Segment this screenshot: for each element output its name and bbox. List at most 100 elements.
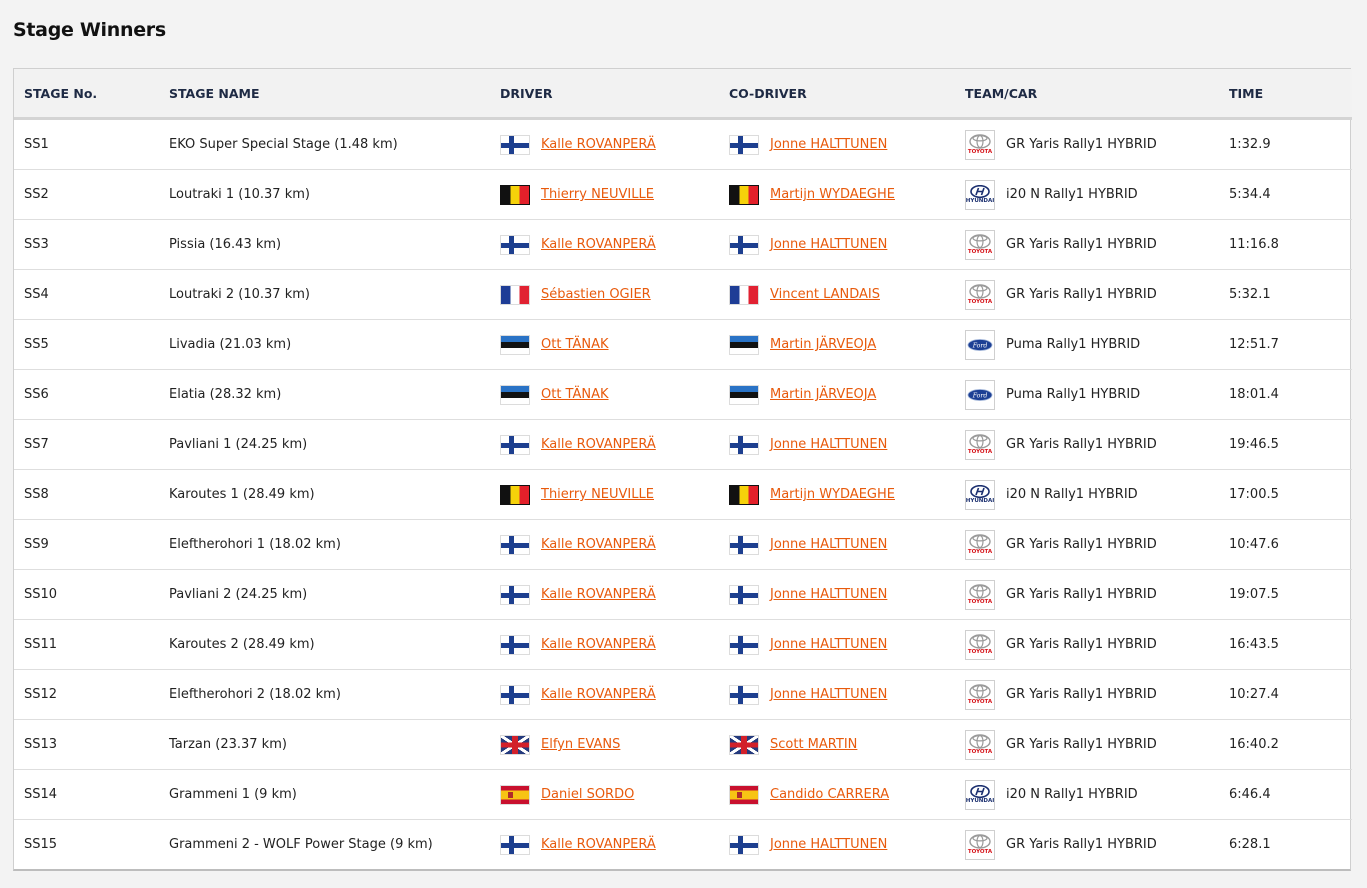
stage-time: 16:43.5 — [1219, 619, 1352, 670]
stage-name: Karoutes 2 (28.49 km) — [159, 619, 490, 670]
stage-time: 6:46.4 — [1219, 769, 1352, 820]
driver-flag-icon — [500, 384, 530, 405]
driver-flag-icon — [500, 284, 530, 305]
co-driver-cell: Jonne HALTTUNEN — [719, 669, 955, 720]
driver-flag-icon — [500, 834, 530, 855]
driver-link[interactable]: Kalle ROVANPERÄ — [541, 537, 656, 552]
car-name: GR Yaris Rally1 HYBRID — [1006, 687, 1157, 702]
team-logo-icon: Ford — [965, 379, 995, 410]
stage-number: SS12 — [14, 669, 159, 720]
stage-winners-table: STAGE No. STAGE NAME DRIVER CO-DRIVER TE… — [13, 68, 1352, 871]
co-driver-cell: Candido CARRERA — [719, 769, 955, 820]
driver-link[interactable]: Kalle ROVANPERÄ — [541, 637, 656, 652]
stage-number: SS14 — [14, 769, 159, 820]
co-driver-link[interactable]: Martin JÄRVEOJA — [770, 387, 876, 402]
co-driver-link[interactable]: Candido CARRERA — [770, 787, 889, 802]
co-driver-link[interactable]: Jonne HALTTUNEN — [770, 537, 887, 552]
co-driver-link[interactable]: Jonne HALTTUNEN — [770, 437, 887, 452]
team-car-cell: TOYOTA GR Yaris Rally1 HYBRID — [955, 820, 1219, 870]
stage-time: 5:34.4 — [1219, 169, 1352, 220]
table-row: SS9 Eleftherohori 1 (18.02 km) Kalle ROV… — [14, 519, 1352, 570]
car-name: GR Yaris Rally1 HYBRID — [1006, 237, 1157, 252]
team-logo-icon: TOYOTA — [965, 429, 995, 460]
co-driver-flag-icon — [729, 534, 759, 555]
team-logo-icon: TOYOTA — [965, 729, 995, 760]
co-driver-flag-icon — [729, 234, 759, 255]
table-header-row: STAGE No. STAGE NAME DRIVER CO-DRIVER TE… — [14, 69, 1352, 120]
driver-link[interactable]: Kalle ROVANPERÄ — [541, 137, 656, 152]
table-row: SS2 Loutraki 1 (10.37 km) Thierry NEUVIL… — [14, 169, 1352, 220]
driver-flag-icon — [500, 684, 530, 705]
co-driver-link[interactable]: Scott MARTIN — [770, 737, 857, 752]
co-driver-cell: Vincent LANDAIS — [719, 269, 955, 320]
co-driver-link[interactable]: Jonne HALTTUNEN — [770, 237, 887, 252]
header-stage-name: STAGE NAME — [159, 69, 490, 120]
co-driver-flag-icon — [729, 784, 759, 805]
co-driver-link[interactable]: Jonne HALTTUNEN — [770, 137, 887, 152]
stage-time: 6:28.1 — [1229, 837, 1271, 852]
driver-link[interactable]: Kalle ROVANPERÄ — [541, 837, 656, 852]
driver-link[interactable]: Kalle ROVANPERÄ — [541, 687, 656, 702]
co-driver-cell: Jonne HALTTUNEN — [719, 619, 955, 670]
header-stage-no: STAGE No. — [14, 69, 159, 120]
driver-cell: Kalle ROVANPERÄ — [490, 619, 719, 670]
car-name: Puma Rally1 HYBRID — [1006, 387, 1141, 402]
co-driver-flag-icon — [729, 484, 759, 505]
driver-link[interactable]: Thierry NEUVILLE — [541, 187, 654, 202]
stage-time: 17:00.5 — [1219, 469, 1352, 520]
driver-link[interactable]: Daniel SORDO — [541, 787, 634, 802]
co-driver-link[interactable]: Jonne HALTTUNEN — [770, 587, 887, 602]
stage-number: SS2 — [14, 169, 159, 220]
stage-number: SS6 — [14, 369, 159, 420]
driver-link[interactable]: Ott TÄNAK — [541, 337, 609, 352]
car-name: GR Yaris Rally1 HYBRID — [1006, 587, 1157, 602]
car-name: Puma Rally1 HYBRID — [1006, 337, 1141, 352]
driver-link[interactable]: Elfyn EVANS — [541, 737, 620, 752]
driver-cell: Kalle ROVANPERÄ — [490, 118, 719, 170]
driver-link[interactable]: Thierry NEUVILLE — [541, 487, 654, 502]
stage-name: Grammeni 2 - WOLF Power Stage (9 km) — [169, 837, 433, 852]
co-driver-cell: Martin JÄRVEOJA — [719, 319, 955, 370]
stage-name: Elatia (28.32 km) — [159, 369, 490, 420]
car-name: GR Yaris Rally1 HYBRID — [1006, 437, 1157, 452]
team-logo-icon: TOYOTA — [965, 679, 995, 710]
co-driver-link[interactable]: Jonne HALTTUNEN — [770, 837, 887, 852]
driver-link[interactable]: Kalle ROVANPERÄ — [541, 237, 656, 252]
driver-flag-icon — [500, 784, 530, 805]
header-team-car: TEAM/CAR — [955, 69, 1219, 120]
co-driver-link[interactable]: Martijn WYDAEGHE — [770, 187, 895, 202]
co-driver-link[interactable]: Jonne HALTTUNEN — [770, 637, 887, 652]
driver-link[interactable]: Kalle ROVANPERÄ — [541, 587, 656, 602]
co-driver-cell: Jonne HALTTUNEN — [719, 569, 955, 620]
team-logo-icon: TOYOTA — [965, 279, 995, 310]
stage-name: Tarzan (23.37 km) — [159, 719, 490, 770]
header-co-driver: CO-DRIVER — [719, 69, 955, 120]
table-row: SS7 Pavliani 1 (24.25 km) Kalle ROVANPER… — [14, 419, 1352, 470]
driver-cell: Elfyn EVANS — [490, 719, 719, 770]
svg-text:Ford: Ford — [972, 342, 988, 349]
team-car-cell: TOYOTA GR Yaris Rally1 HYBRID — [955, 419, 1219, 470]
driver-cell: Thierry NEUVILLE — [490, 169, 719, 220]
stage-number: SS1 — [14, 118, 159, 170]
car-name: GR Yaris Rally1 HYBRID — [1006, 137, 1157, 152]
driver-flag-icon — [500, 734, 530, 755]
co-driver-flag-icon — [729, 384, 759, 405]
co-driver-link[interactable]: Martin JÄRVEOJA — [770, 337, 876, 352]
stage-name: Eleftherohori 2 (18.02 km) — [159, 669, 490, 720]
co-driver-flag-icon — [729, 684, 759, 705]
team-car-cell: Ford Puma Rally1 HYBRID — [955, 369, 1219, 420]
table-row: SS11 Karoutes 2 (28.49 km) Kalle ROVANPE… — [14, 619, 1352, 670]
co-driver-link[interactable]: Jonne HALTTUNEN — [770, 687, 887, 702]
driver-link[interactable]: Ott TÄNAK — [541, 387, 609, 402]
driver-link[interactable]: Kalle ROVANPERÄ — [541, 437, 656, 452]
stage-time: 10:47.6 — [1219, 519, 1352, 570]
team-logo-icon: TOYOTA — [965, 629, 995, 660]
stage-time: 16:40.2 — [1219, 719, 1352, 770]
stage-name: Pavliani 1 (24.25 km) — [159, 419, 490, 470]
co-driver-link[interactable]: Vincent LANDAIS — [770, 287, 880, 302]
driver-link[interactable]: Sébastien OGIER — [541, 287, 651, 302]
stage-number: SS13 — [14, 719, 159, 770]
co-driver-flag-icon — [729, 184, 759, 205]
table-row: SS15 Grammeni 2 - WOLF Power Stage (9 km… — [14, 820, 1352, 870]
co-driver-link[interactable]: Martijn WYDAEGHE — [770, 487, 895, 502]
